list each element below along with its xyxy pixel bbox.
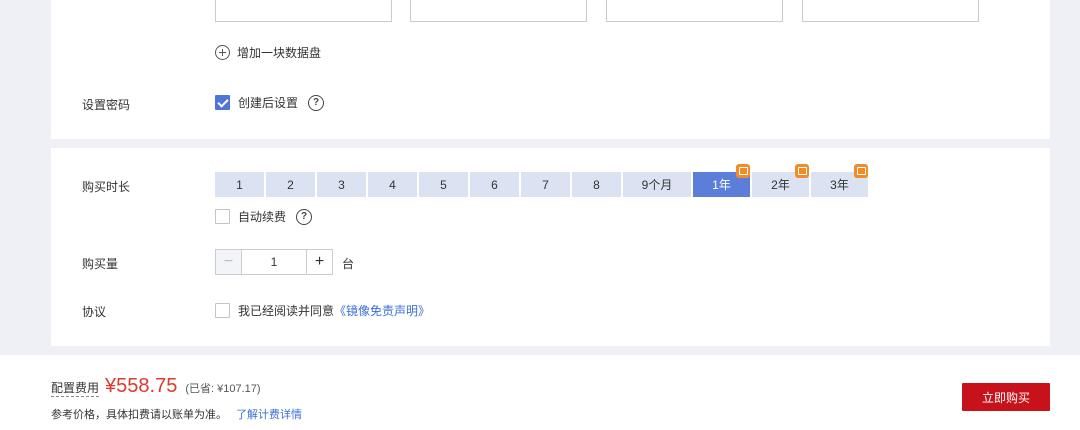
duration-option-1[interactable]: 1	[215, 172, 264, 197]
duration-option-4[interactable]: 4	[368, 172, 417, 197]
agreement-checkbox[interactable]	[215, 303, 230, 318]
disk-field-2[interactable]	[410, 0, 587, 22]
duration-option-3[interactable]: 3	[317, 172, 366, 197]
purchase-options-card: 购买时长 1 2 3 4 5 6 7 8 9个月 1年 2年 3年 自动续费 ?…	[51, 148, 1050, 346]
auto-renew-label: 自动续费	[238, 210, 287, 224]
duration-option-label: 3年	[830, 178, 849, 192]
price-note-text: 参考价格，具体扣费请以账单为准。	[51, 409, 227, 421]
duration-option-6[interactable]: 6	[470, 172, 519, 197]
duration-option-8[interactable]: 8	[572, 172, 621, 197]
discount-badge-icon	[854, 164, 868, 178]
discount-badge-icon	[736, 164, 750, 178]
disclaimer-link[interactable]: 《镜像免责声明》	[334, 302, 430, 319]
password-label: 设置密码	[82, 98, 131, 112]
help-icon[interactable]: ?	[308, 94, 325, 111]
price-note: 参考价格，具体扣费请以账单为准。 了解计费详情	[51, 406, 302, 422]
add-circle-icon	[215, 45, 230, 60]
quantity-input[interactable]: 1	[242, 250, 306, 274]
disk-field-4[interactable]	[802, 0, 979, 22]
increment-button[interactable]: +	[306, 250, 332, 274]
duration-option-1-year[interactable]: 1年	[693, 164, 750, 197]
duration-option-3-years[interactable]: 3年	[811, 164, 868, 197]
disk-field-3[interactable]	[606, 0, 783, 22]
help-icon[interactable]: ?	[296, 208, 313, 225]
saved-amount: (已省: ¥107.17)	[185, 383, 261, 395]
agreement-option: 我已经阅读并同意 《镜像免责声明》	[215, 302, 430, 319]
decrement-button[interactable]: −	[216, 250, 242, 274]
quantity-unit: 台	[342, 257, 355, 271]
duration-options: 1 2 3 4 5 6 7 8 9个月 1年 2年 3年	[215, 164, 870, 197]
auto-renew-option: 自动续费 ?	[215, 208, 313, 225]
duration-option-7[interactable]: 7	[521, 172, 570, 197]
add-data-disk-label: 增加一块数据盘	[237, 46, 322, 60]
quantity-stepper: − 1 +	[215, 249, 333, 275]
add-data-disk-button[interactable]: 增加一块数据盘	[215, 44, 321, 61]
duration-option-2[interactable]: 2	[266, 172, 315, 197]
billing-details-link[interactable]: 了解计费详情	[236, 409, 302, 421]
disk-password-card: 增加一块数据盘 设置密码 创建后设置 ?	[51, 0, 1050, 139]
disk-field-1[interactable]	[215, 0, 392, 22]
quantity-label: 购买量	[82, 257, 119, 271]
price-label[interactable]: 配置费用	[51, 379, 100, 397]
buy-now-button[interactable]: 立即购买	[962, 383, 1050, 411]
password-option: 创建后设置 ?	[215, 94, 325, 111]
duration-option-5[interactable]: 5	[419, 172, 468, 197]
agreement-label: 协议	[82, 305, 107, 319]
order-footer: 配置费用 ¥558.75 (已省: ¥107.17) 参考价格，具体扣费请以账单…	[0, 355, 1080, 430]
agreement-text: 我已经阅读并同意	[238, 304, 335, 318]
duration-option-9-months[interactable]: 9个月	[623, 172, 691, 197]
duration-label: 购买时长	[82, 180, 131, 194]
duration-option-2-years[interactable]: 2年	[752, 164, 809, 197]
set-after-create-checkbox[interactable]	[215, 95, 230, 110]
price-value: ¥558.75	[105, 375, 178, 397]
duration-option-label: 2年	[771, 178, 790, 192]
discount-badge-icon	[795, 164, 809, 178]
duration-option-label: 1年	[712, 178, 731, 192]
set-after-create-label: 创建后设置	[238, 96, 299, 110]
price-summary: 配置费用 ¥558.75 (已省: ¥107.17)	[51, 375, 261, 398]
auto-renew-checkbox[interactable]	[215, 209, 230, 224]
